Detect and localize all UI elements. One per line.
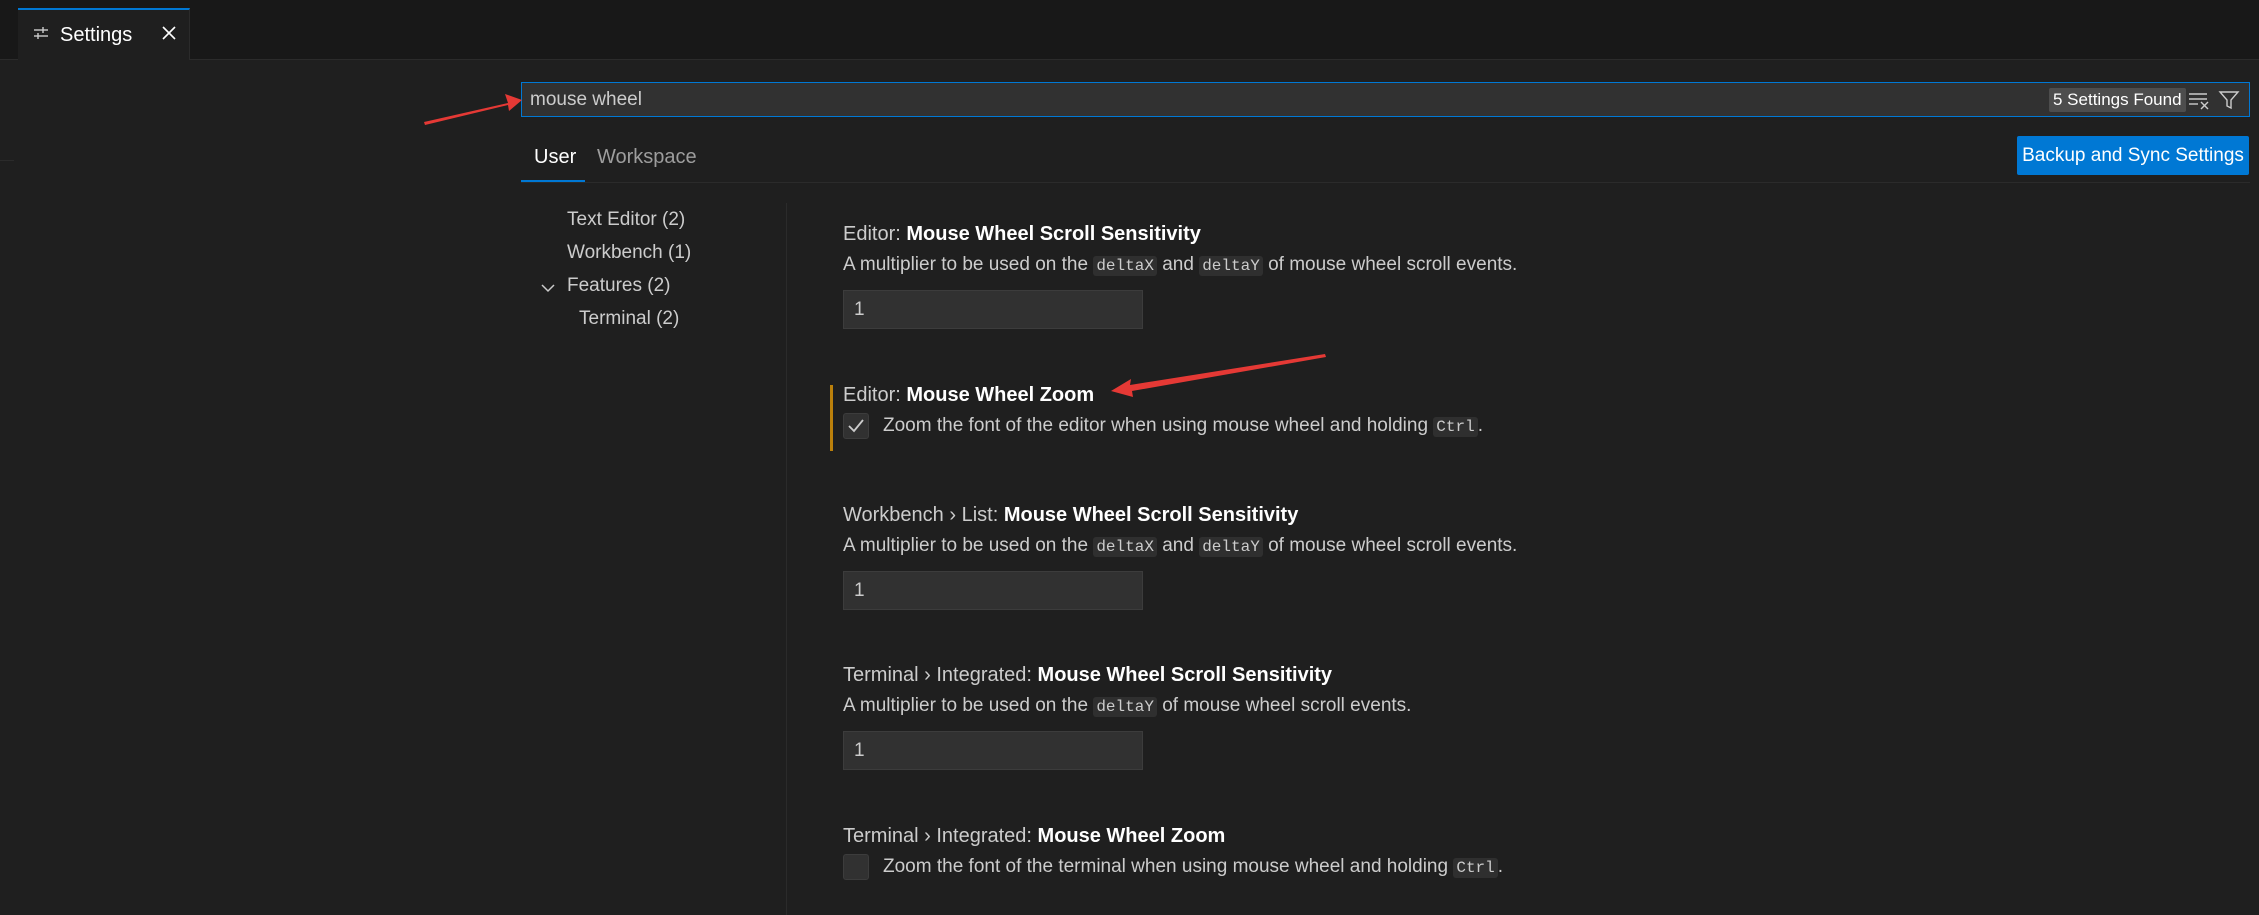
- annotation-arrows: [424, 94, 1326, 397]
- setting-workbench-list-mouse-wheel-scroll-sensitivity: Workbench › List: Mouse Wheel Scroll Sen…: [843, 504, 1517, 610]
- setting-description: A multiplier to be used on the deltaX an…: [843, 535, 1518, 557]
- clear-filter-icon[interactable]: [2187, 89, 2211, 111]
- number-input[interactable]: 1: [843, 731, 1143, 770]
- number-input[interactable]: 1: [843, 290, 1143, 329]
- backup-and-sync-button[interactable]: Backup and Sync Settings: [2017, 136, 2249, 175]
- setting-editor-mouse-wheel-scroll-sensitivity: Editor: Mouse Wheel Scroll Sensitivity A…: [843, 223, 1517, 329]
- modified-indicator: [830, 385, 833, 451]
- arrow-to-search: [424, 94, 522, 125]
- settings-sliders-icon: [34, 27, 48, 39]
- number-input[interactable]: 1: [843, 571, 1143, 610]
- tab-workspace[interactable]: Workspace: [597, 146, 697, 169]
- setting-terminal-integrated-mouse-wheel-scroll-sensitivity: Terminal › Integrated: Mouse Wheel Scrol…: [843, 664, 1411, 770]
- left-strip: [0, 60, 14, 161]
- filter-icon[interactable]: [2218, 89, 2240, 111]
- settings-search-box[interactable]: 5 Settings Found: [521, 82, 2250, 117]
- setting-description: Zoom the font of the terminal when using…: [883, 856, 1504, 878]
- checkmark-icon: [848, 419, 864, 433]
- setting-title: Editor: Mouse Wheel Zoom: [843, 384, 1095, 406]
- setting-title: Terminal › Integrated: Mouse Wheel Scrol…: [843, 664, 1333, 686]
- toc-item-workbench[interactable]: Workbench (1): [567, 242, 691, 264]
- setting-editor-mouse-wheel-zoom: Editor: Mouse Wheel Zoom Zoom the font o…: [843, 384, 1483, 439]
- tab-label: Settings: [60, 24, 133, 46]
- toc-item-text-editor[interactable]: Text Editor (2): [567, 209, 685, 231]
- checkbox-unchecked[interactable]: [843, 854, 869, 880]
- toc-item-terminal[interactable]: Terminal (2): [579, 308, 679, 330]
- toc-item-features[interactable]: Features (2): [567, 275, 670, 297]
- toc-divider: [786, 203, 787, 915]
- tab-user[interactable]: User: [534, 146, 576, 169]
- setting-description: A multiplier to be used on the deltaX an…: [843, 254, 1518, 276]
- close-icon[interactable]: [158, 22, 180, 44]
- setting-description: Zoom the font of the editor when using m…: [883, 415, 1483, 437]
- setting-title: Editor: Mouse Wheel Scroll Sensitivity: [843, 223, 1201, 245]
- chevron-down-icon[interactable]: [540, 280, 556, 296]
- checkbox-checked[interactable]: [843, 413, 869, 439]
- tab-bar: [0, 0, 2259, 60]
- tab-settings[interactable]: Settings: [18, 8, 190, 60]
- setting-title: Terminal › Integrated: Mouse Wheel Zoom: [843, 825, 1226, 847]
- divider: [521, 182, 2250, 183]
- search-input[interactable]: [530, 87, 1530, 113]
- setting-title: Workbench › List: Mouse Wheel Scroll Sen…: [843, 504, 1299, 526]
- settings-found-badge: 5 Settings Found: [2049, 88, 2186, 112]
- setting-terminal-integrated-mouse-wheel-zoom: Terminal › Integrated: Mouse Wheel Zoom …: [843, 825, 1503, 880]
- setting-description: A multiplier to be used on the deltaY of…: [843, 695, 1412, 717]
